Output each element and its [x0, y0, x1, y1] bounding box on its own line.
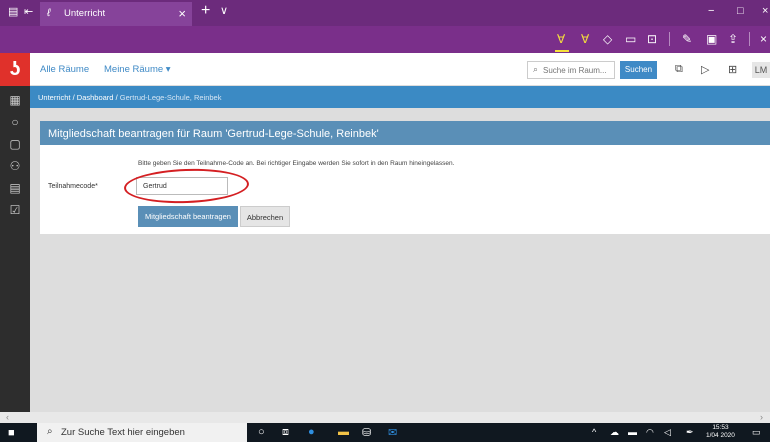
grid-icon[interactable]: ⊞ [728, 63, 737, 76]
folder-icon[interactable]: ▷ [701, 63, 709, 76]
group-icon[interactable]: ⚇ [0, 159, 30, 173]
tab-menu-icon[interactable]: ∨ [220, 4, 228, 17]
page-title: Mitgliedschaft beantragen für Raum 'Gert… [40, 121, 770, 145]
mail-icon[interactable]: ✉ [388, 426, 397, 439]
volume-icon[interactable]: ◁ [664, 427, 671, 438]
highlighter-pen-icon[interactable]: ∀ [557, 32, 565, 46]
pen-workspace-icon[interactable]: ✒ [686, 427, 694, 438]
edge-icon[interactable]: ● [308, 426, 315, 438]
maximize-button[interactable]: □ [737, 5, 744, 17]
clock-date: 1/04 2020 [706, 432, 735, 439]
tab-title: Unterricht [64, 8, 106, 19]
room-search-input[interactable] [543, 64, 613, 76]
battery-icon[interactable]: ▬ [628, 427, 637, 437]
toolbar-divider [669, 32, 670, 46]
tab-close-icon[interactable]: × [178, 6, 186, 21]
set-aside-tabs-icon[interactable]: ⇤ [24, 5, 33, 18]
clock[interactable]: 15:53 1/04 2020 [706, 424, 735, 440]
cancel-button[interactable]: Abbrechen [240, 206, 290, 227]
eraser-icon[interactable]: ◇ [603, 32, 612, 46]
red-annotation-circle [123, 166, 250, 206]
share-icon[interactable]: ⇪ [728, 32, 738, 46]
nav-my-rooms[interactable]: Meine Räume ▾ [104, 64, 171, 75]
cortana-icon[interactable]: ○ [258, 426, 265, 438]
save-icon[interactable]: ▣ [706, 32, 717, 46]
toolbar-divider [749, 32, 750, 46]
request-membership-button[interactable]: Mitgliedschaft beantragen [138, 206, 238, 227]
document-icon[interactable]: ▢ [0, 137, 30, 151]
search-icon: ⌕ [47, 426, 53, 437]
window-close-button[interactable]: × [762, 5, 768, 17]
taskbar-search-text: Zur Suche Text hier eingeben [61, 427, 185, 438]
favicon-icon: ℓ [47, 7, 51, 19]
tab-actions-icon[interactable]: ▤ [8, 5, 18, 18]
participation-code-label: Teilnahmecode* [48, 183, 98, 190]
minimize-button[interactable]: − [708, 5, 714, 17]
start-icon[interactable]: ■ [8, 427, 15, 439]
nav-all-rooms[interactable]: Alle Räume [40, 64, 89, 75]
task-view-icon[interactable]: ⧈ [282, 426, 289, 439]
scroll-left-icon[interactable]: ‹ [6, 412, 9, 422]
active-tool-indicator [555, 50, 569, 52]
screen: ▤ ⇤ ℓ Unterricht × + ∨ − □ × ∀ ∀ ◇ ▭ ⊡ ✎… [0, 0, 770, 442]
show-hidden-icons[interactable]: ^ [592, 427, 596, 437]
breadcrumb-current: Gertrud-Lege-Schule, Reinbek [119, 93, 222, 102]
breadcrumb-dashboard[interactable]: Dashboard [77, 93, 114, 102]
clock-time: 15:53 [712, 424, 729, 431]
app-sidebar: ʖ ▦ ○ ▢ ⚇ ▤ ☑ [0, 53, 30, 425]
search-button[interactable]: Suchen [620, 61, 657, 79]
search-icon: ⌕ [533, 64, 539, 74]
breadcrumb-unterricht[interactable]: Unterricht [38, 93, 71, 102]
notifications-icon[interactable]: ▭ [752, 427, 761, 438]
store-icon[interactable]: ⛁ [362, 426, 371, 439]
clip-icon[interactable]: ⊡ [647, 32, 657, 46]
form-hint: Bitte geben Sie den Teilnahme-Code an. B… [138, 160, 455, 167]
file-explorer-icon[interactable]: ▬ [338, 426, 349, 438]
pen-icon[interactable]: ∀ [581, 32, 589, 46]
onedrive-icon[interactable]: ☁ [610, 427, 619, 438]
app-header: Alle Räume Meine Räume ▾ ⌕ Suchen ⧉ ▷ ⊞ … [30, 53, 770, 86]
horizontal-scrollbar[interactable]: ‹ › [0, 412, 770, 423]
browser-tab[interactable]: ℓ Unterricht × [40, 2, 192, 26]
wifi-icon[interactable]: ◠ [646, 427, 654, 438]
touch-write-icon[interactable]: ✎ [682, 32, 692, 46]
app-logo[interactable]: ʖ [0, 53, 30, 86]
membership-form: Bitte geben Sie den Teilnahme-Code an. B… [40, 145, 770, 234]
breadcrumb: Unterricht / Dashboard / Gertrud-Lege-Sc… [30, 86, 770, 108]
taskbar-search[interactable]: ⌕ Zur Suche Text hier eingeben [37, 423, 247, 442]
exit-inking-icon[interactable]: × [760, 32, 767, 46]
browser-toolbar: ∀ ∀ ◇ ▭ ⊡ ✎ ▣ ⇪ × [0, 26, 770, 53]
calendar-icon[interactable]: ▤ [0, 181, 30, 195]
new-tab-button[interactable]: + [201, 2, 210, 20]
browser-tab-bar: ▤ ⇤ ℓ Unterricht × + ∨ − □ × [0, 0, 770, 26]
main-content: Mitgliedschaft beantragen für Raum 'Gert… [30, 108, 770, 412]
windows-taskbar: ■ ⌕ Zur Suche Text hier eingeben ○ ⧈ ● ▬… [0, 423, 770, 442]
avatar[interactable]: LM [752, 62, 770, 78]
add-note-icon[interactable]: ▭ [625, 32, 636, 46]
scroll-right-icon[interactable]: › [760, 412, 763, 422]
room-search: ⌕ [527, 61, 615, 79]
chat-icon[interactable]: ○ [0, 115, 30, 129]
dashboard-icon[interactable]: ▦ [0, 93, 30, 107]
task-icon[interactable]: ☑ [0, 203, 30, 217]
copy-icon[interactable]: ⧉ [675, 63, 683, 76]
